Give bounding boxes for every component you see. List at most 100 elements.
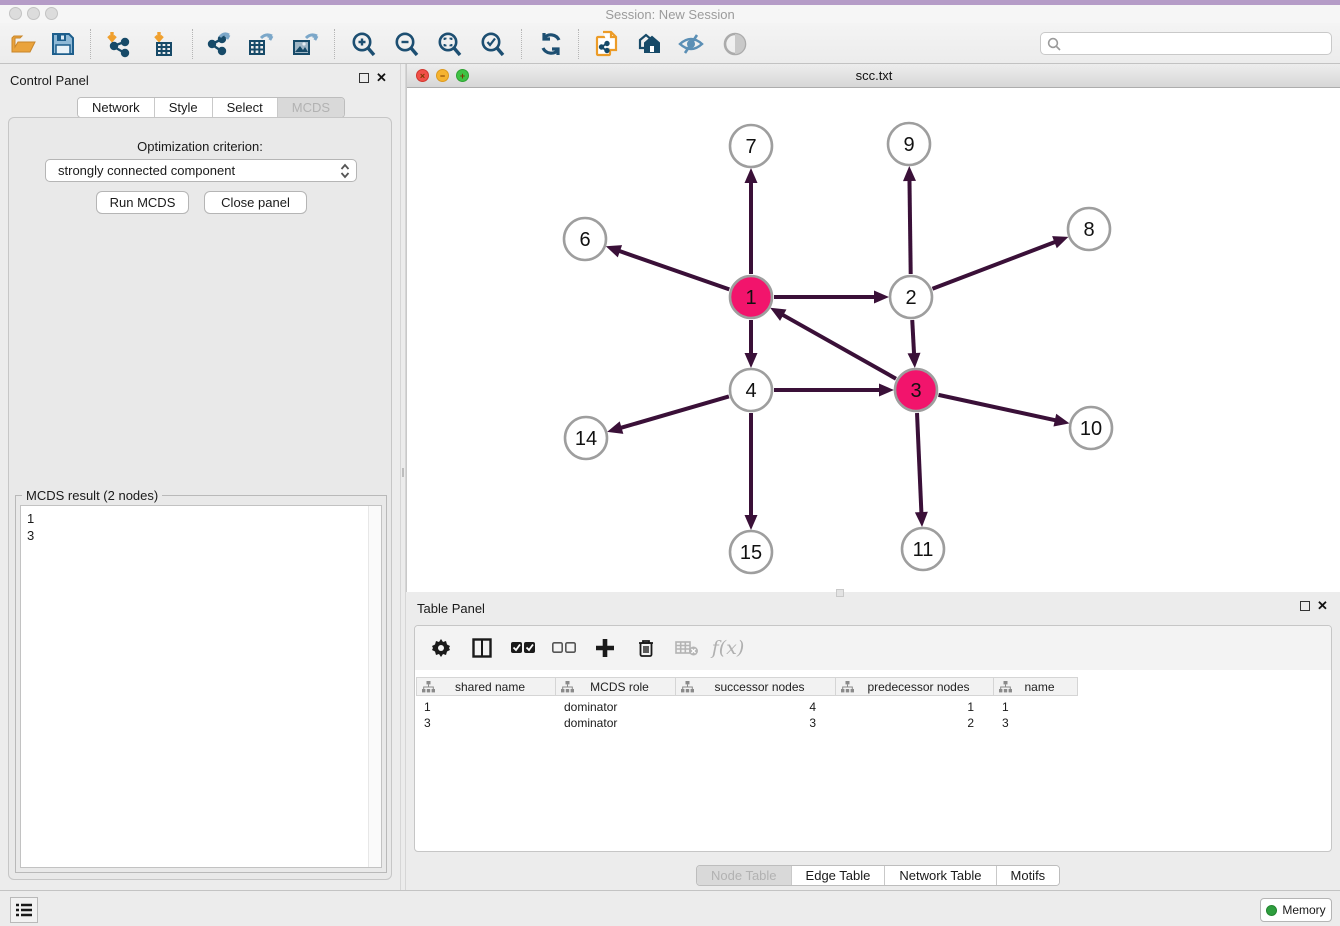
float-panel-icon[interactable] [359, 73, 369, 83]
import-table-icon [150, 31, 177, 58]
run-mcds-button[interactable]: Run MCDS [96, 191, 189, 214]
graph-edge-3-10[interactable] [938, 395, 1056, 421]
table-cell[interactable]: 3 [416, 715, 556, 731]
eye-slash-icon [677, 31, 705, 57]
network-canvas[interactable]: 7968124314101511 [407, 88, 1340, 592]
table-cell[interactable]: 2 [836, 715, 994, 731]
table-cell[interactable]: dominator [556, 699, 676, 715]
tab-select[interactable]: Select [213, 98, 278, 117]
open-session-button[interactable] [8, 29, 38, 59]
toolbar-separator [521, 29, 522, 59]
zoom-selected-icon [479, 31, 506, 58]
zoom-in-button[interactable] [348, 29, 378, 59]
import-table-button[interactable] [148, 29, 178, 59]
graph-edge-2-9[interactable] [909, 179, 910, 274]
control-panel-title: Control Panel [10, 73, 89, 88]
criterion-select[interactable]: strongly connected component [45, 159, 357, 182]
export-network-button[interactable] [204, 29, 234, 59]
graph-edge-4-14[interactable] [620, 396, 729, 428]
edge-arrowhead [879, 384, 894, 397]
table-cell[interactable]: 3 [994, 715, 1078, 731]
apply-function-button[interactable]: f(x) [716, 636, 740, 660]
mcds-result-textarea[interactable]: 1 3 [20, 505, 382, 868]
table-cell[interactable]: 1 [836, 699, 994, 715]
column-header-label: shared name [435, 680, 555, 694]
select-all-columns-button[interactable] [511, 636, 535, 660]
deselect-all-columns-button[interactable] [552, 636, 576, 660]
table-cell[interactable]: 1 [994, 699, 1078, 715]
import-network-button[interactable] [102, 29, 132, 59]
network-title: scc.txt [407, 68, 1340, 83]
table-cell[interactable]: 1 [416, 699, 556, 715]
table-cell[interactable]: 3 [676, 715, 836, 731]
refresh-view-button[interactable] [536, 29, 566, 59]
vertical-split-grip[interactable] [402, 468, 404, 477]
home-icon [632, 31, 662, 57]
tab-mcds[interactable]: MCDS [278, 98, 344, 117]
column-header-shared-name[interactable]: shared name [416, 677, 556, 696]
tab-style[interactable]: Style [155, 98, 213, 117]
save-session-button[interactable] [48, 29, 78, 59]
main-toolbar [0, 23, 1340, 64]
control-panel-window-buttons: ✕ [359, 73, 387, 83]
column-header-MCDS-role[interactable]: MCDS role [556, 677, 676, 696]
graph-node-label: 1 [745, 287, 756, 309]
delete-table-button[interactable] [675, 636, 699, 660]
criterion-value: strongly connected component [58, 163, 340, 178]
float-panel-icon[interactable] [1300, 601, 1310, 611]
zoom-fit-button[interactable] [434, 29, 464, 59]
add-column-button[interactable] [593, 636, 617, 660]
table-header: shared name MCDS rolesuccessor nodesprede… [416, 677, 1078, 696]
delete-table-icon [675, 639, 699, 657]
search-input[interactable] [1065, 34, 1331, 53]
mcds-panel: Optimization criterion: strongly connect… [8, 117, 392, 880]
table-settings-button[interactable] [429, 636, 453, 660]
tab-motifs[interactable]: Motifs [997, 866, 1060, 885]
node-table-container: f(x) shared name MCDS rolesuccessor nodes… [414, 625, 1332, 852]
split-view-button[interactable] [470, 636, 494, 660]
home-layout-button[interactable] [632, 29, 662, 59]
table-cell[interactable]: 4 [676, 699, 836, 715]
graph-edge-3-11[interactable] [917, 413, 921, 514]
graph-edge-3-1[interactable] [781, 314, 895, 379]
app-title: Session: New Session [0, 7, 1340, 22]
zoom-out-button[interactable] [391, 29, 421, 59]
export-network-icon [206, 31, 233, 58]
table-row[interactable]: 3dominator323 [416, 715, 1078, 731]
close-panel-icon[interactable]: ✕ [1317, 601, 1328, 611]
tab-network[interactable]: Network [78, 98, 155, 117]
search-box[interactable] [1040, 32, 1332, 55]
table-cell[interactable]: dominator [556, 715, 676, 731]
table-row[interactable]: 1dominator411 [416, 699, 1078, 715]
column-type-icon [561, 681, 574, 693]
zoom-selected-button[interactable] [477, 29, 507, 59]
export-table-button[interactable] [246, 29, 276, 59]
graph-edge-1-6[interactable] [618, 251, 729, 290]
column-header-successor-nodes[interactable]: successor nodes [676, 677, 836, 696]
column-header-predecessor-nodes[interactable]: predecessor nodes [836, 677, 994, 696]
close-panel-icon[interactable]: ✕ [376, 73, 387, 83]
graph-edge-2-3[interactable] [912, 320, 914, 355]
memory-button[interactable]: Memory [1260, 898, 1332, 922]
network-graph: 7968124314101511 [407, 88, 1340, 592]
preview-button[interactable] [720, 29, 750, 59]
tab-network-table[interactable]: Network Table [885, 866, 996, 885]
result-scrollbar[interactable] [368, 506, 381, 867]
task-list-button[interactable] [10, 897, 38, 923]
edge-arrowhead [1053, 414, 1069, 427]
graph-node-label: 4 [745, 380, 756, 402]
table-panel-window-buttons: ✕ [1300, 601, 1328, 611]
export-image-button[interactable] [290, 29, 320, 59]
tab-edge-table[interactable]: Edge Table [792, 866, 886, 885]
delete-column-button[interactable] [634, 636, 658, 660]
copy-network-button[interactable] [592, 29, 622, 59]
close-panel-button[interactable]: Close panel [204, 191, 307, 214]
save-icon [51, 32, 75, 56]
zoom-fit-icon [436, 31, 463, 58]
column-header-label: MCDS role [574, 680, 675, 694]
column-header-name[interactable]: name [994, 677, 1078, 696]
control-panel-tabs: NetworkStyleSelectMCDS [77, 97, 345, 118]
graph-edge-2-8[interactable] [932, 241, 1056, 288]
show-hide-button[interactable] [676, 29, 706, 59]
tab-node-table[interactable]: Node Table [697, 866, 792, 885]
